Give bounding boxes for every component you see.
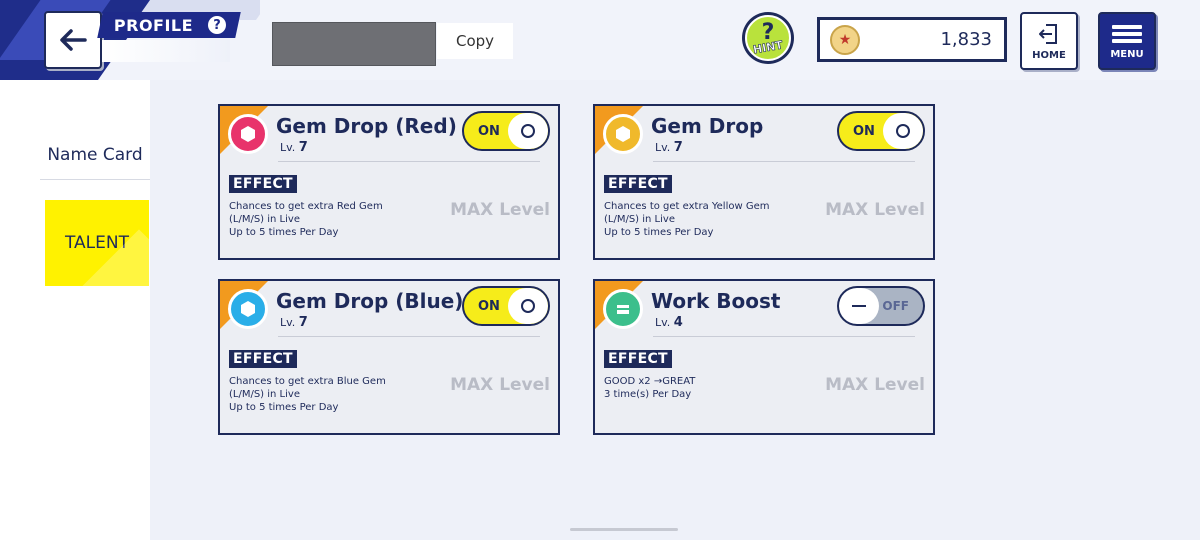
card-title: Gem Drop (Red) (276, 114, 457, 138)
card-level: Lv. 4 (655, 315, 683, 330)
divider (653, 161, 915, 162)
coin-balance: ★ 1,833 (817, 17, 1007, 62)
effect-description: Chances to get extra Yellow Gem (L/M/S) i… (604, 201, 770, 238)
profile-tab: PROFILE ? (97, 12, 241, 38)
sidebar-item-label: TALENT (64, 233, 129, 253)
home-label: HOME (1032, 49, 1066, 61)
talent-toggle-off[interactable]: OFF (837, 286, 925, 326)
card-title: Gem Drop (Blue) (276, 289, 464, 313)
effect-tag: EFFECT (229, 175, 297, 193)
sidebar-item-talent[interactable]: TALENT (45, 200, 149, 286)
toggle-knob-icon (508, 113, 548, 149)
blue-gem-icon (228, 289, 268, 329)
back-button[interactable] (44, 11, 102, 69)
talent-card-gem-drop-blue: Gem Drop (Blue) Lv. 7 EFFECT Chances to … (218, 279, 560, 435)
toggle-knob-icon (883, 113, 923, 149)
talent-toggle-on[interactable]: ON (462, 286, 550, 326)
max-level-label: MAX Level (825, 200, 925, 220)
card-level: Lv. 7 (655, 140, 683, 155)
toggle-knob-icon (508, 288, 548, 324)
arrow-left-icon (60, 29, 87, 51)
coin-value: 1,833 (940, 29, 992, 50)
effect-tag: EFFECT (604, 350, 672, 368)
talent-card-gem-drop-yellow: Gem Drop Lv. 7 EFFECT Chances to get ext… (593, 104, 935, 260)
card-title: Work Boost (651, 289, 781, 313)
profile-underline (102, 40, 230, 62)
toggle-label: ON (853, 123, 875, 139)
toggle-label: OFF (882, 299, 909, 313)
work-boost-icon (603, 289, 643, 329)
talent-toggle-on[interactable]: ON (837, 111, 925, 151)
max-level-label: MAX Level (825, 375, 925, 395)
coin-icon: ★ (830, 24, 860, 55)
toggle-label: ON (478, 298, 500, 314)
effect-description: Chances to get extra Red Gem (L/M/S) in L… (229, 201, 383, 238)
player-id-redacted (272, 22, 436, 66)
effect-description: GOOD x2 →GREAT 3 time(s) Per Day (604, 376, 696, 400)
menu-button[interactable]: MENU (1098, 12, 1156, 70)
menu-label: MENU (1110, 49, 1144, 60)
toggle-label: ON (478, 123, 500, 139)
red-gem-icon (228, 114, 268, 154)
yellow-gem-icon (603, 114, 643, 154)
effect-tag: EFFECT (604, 175, 672, 193)
divider (653, 336, 915, 337)
toggle-knob-icon (839, 288, 879, 324)
talent-toggle-on[interactable]: ON (462, 111, 550, 151)
home-button[interactable]: HOME (1020, 12, 1078, 70)
effect-description: Chances to get extra Blue Gem (L/M/S) in … (229, 376, 386, 413)
hint-label: HINT (751, 38, 784, 57)
scroll-indicator (570, 528, 678, 531)
effect-tag: EFFECT (229, 350, 297, 368)
card-level: Lv. 7 (280, 315, 308, 330)
divider (278, 336, 540, 337)
talent-card-work-boost: Work Boost Lv. 4 EFFECT GOOD x2 →GREAT 3 … (593, 279, 935, 435)
exit-door-icon (1039, 23, 1057, 44)
hint-icon: ? HINT (745, 15, 791, 61)
hint-button[interactable]: ? HINT (742, 12, 794, 64)
max-level-label: MAX Level (450, 375, 550, 395)
hamburger-icon (1112, 22, 1142, 46)
card-title: Gem Drop (651, 114, 764, 138)
help-icon[interactable]: ? (208, 16, 226, 34)
max-level-label: MAX Level (450, 200, 550, 220)
sidebar-item-name-card[interactable]: Name Card (40, 130, 150, 180)
talent-card-gem-drop-red: Gem Drop (Red) Lv. 7 EFFECT Chances to g… (218, 104, 560, 260)
card-level: Lv. 7 (280, 140, 308, 155)
profile-label: PROFILE (114, 15, 194, 35)
divider (278, 161, 540, 162)
copy-button[interactable]: Copy (437, 23, 513, 59)
